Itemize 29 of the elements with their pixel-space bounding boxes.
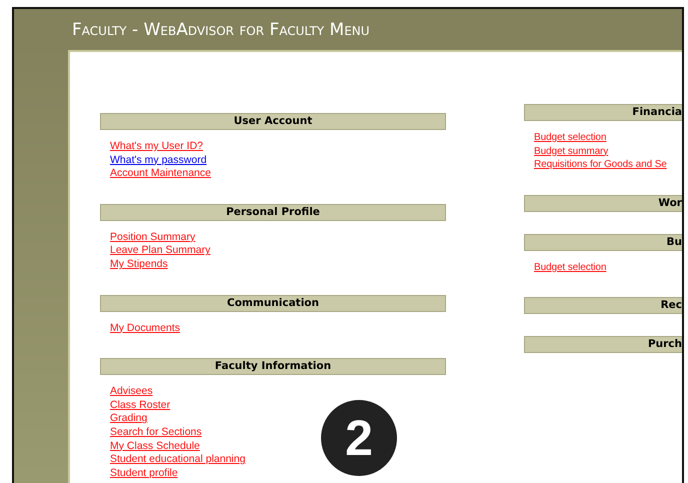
section-heading: Wor	[524, 194, 682, 212]
section-heading: Faculty Information	[100, 358, 446, 376]
menu-link[interactable]: My Stipends	[110, 258, 168, 272]
menu-link[interactable]: Budget selection	[534, 131, 606, 145]
window-title: Faculty - WebAdvisor for Faculty Menu	[72, 20, 370, 40]
menu-link[interactable]: Budget summary	[534, 144, 608, 158]
menu-link[interactable]: Requisitions for Goods and Se	[534, 158, 667, 172]
step-badge: 2	[321, 400, 397, 476]
menu-link[interactable]: Leave Plan Summary	[110, 244, 210, 258]
menu-link[interactable]: Student profile	[110, 466, 178, 480]
section-heading: Financia	[524, 104, 682, 121]
menu-link[interactable]: My Class Schedule	[110, 440, 200, 454]
menu-link[interactable]: Position Summary	[110, 230, 196, 244]
section-heading: Rec	[524, 297, 682, 314]
menu-link[interactable]: Advisees	[110, 385, 153, 399]
section-heading: Purch	[524, 336, 682, 354]
menu-link[interactable]: Student educational planning	[110, 453, 246, 467]
menu-link[interactable]: What's my User ID?	[110, 140, 204, 154]
menu-link[interactable]: Budget selection	[534, 260, 606, 274]
menu-link[interactable]: What's my password	[110, 154, 207, 168]
section-heading: Personal Profile	[100, 204, 446, 221]
menu-link[interactable]: Grading	[110, 412, 148, 426]
menu-link[interactable]: Search for Sections	[110, 426, 202, 440]
menu-link[interactable]: Class Roster	[110, 398, 170, 412]
section-heading: Communication	[100, 294, 446, 312]
section-heading: User Account	[100, 113, 446, 130]
menu-link[interactable]: Account Maintenance	[110, 167, 211, 181]
section-heading: Bu	[524, 234, 682, 251]
menu-link[interactable]: My Documents	[110, 322, 180, 336]
